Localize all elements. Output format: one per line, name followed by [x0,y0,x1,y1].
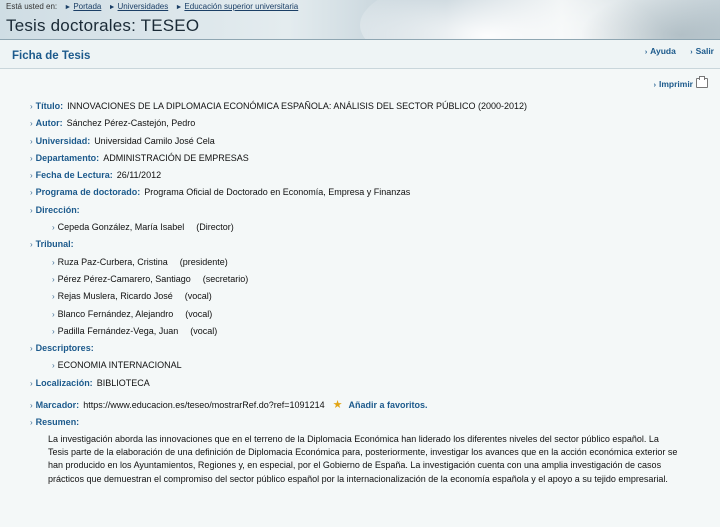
chevron-right-icon: › [690,49,693,56]
chevron-right-icon: › [30,188,33,198]
person-role: (vocal) [185,308,213,319]
chevron-right-icon: › [30,119,33,129]
person-name: Cepeda González, María Isabel [57,222,185,233]
chevron-right-icon: › [30,344,33,354]
breadcrumb-prefix: Está usted en: [6,2,58,11]
breadcrumb-link-universidades[interactable]: Universidades [118,2,169,11]
chevron-right-icon: › [30,240,33,250]
chevron-right-icon: › [52,223,55,233]
field-marcador: › Marcador: https://www.educacion.es/teseo… [30,397,700,414]
star-icon[interactable]: ★ [333,399,343,411]
field-label: Resumen: [35,417,80,428]
field-label: Título: [35,101,64,111]
field-label: Dirección: [35,204,80,215]
field-localizacion: › Localización: BIBLIOTECA [30,375,700,392]
chevron-right-icon: ► [108,4,116,11]
chevron-right-icon: › [653,82,656,89]
chevron-right-icon: › [30,401,33,411]
thesis-fields: › Título: INNOVACIONES DE LA DIPLOMACIA EC… [30,98,700,486]
list-item: › Padilla Fernández-Vega, Juan (vocal) [30,323,700,340]
help-link[interactable]: › Ayuda [645,46,676,56]
chevron-right-icon: › [30,378,33,388]
site-title: Tesis doctorales: TESEO [6,16,200,35]
list-item: › Ruza Paz-Curbera, Cristina (presidente) [30,254,700,271]
chevron-right-icon: › [30,153,33,163]
chevron-right-icon: › [644,49,648,56]
page-title: Ficha de Tesis [12,50,91,62]
field-value: Sánchez Pérez-Castejón, Pedro [66,118,196,129]
person-name: Blanco Fernández, Alejandro [57,308,174,319]
field-label: Marcador: [35,400,80,411]
person-name: Ruza Paz-Curbera, Cristina [57,256,168,267]
chevron-right-icon: › [52,257,55,267]
chevron-right-icon: › [52,361,55,371]
print-link[interactable]: › Imprimir [653,76,708,89]
field-tribunal: › Tribunal: [30,236,700,253]
logout-link[interactable]: › Salir [690,46,714,56]
person-name: Padilla Fernández-Vega, Juan [57,325,179,336]
field-programa: › Programa de doctorado: Programa Oficial … [30,184,700,201]
abstract-text: La investigación aborda las innovaciones… [48,433,678,484]
breadcrumb-link-portada[interactable]: Portada [73,2,101,11]
field-label: Programa de doctorado: [35,187,141,198]
breadcrumb: Está usted en: ► Portada ► Universidades ►… [6,2,298,11]
person-name: Rejas Muslera, Ricardo José [57,291,173,302]
list-item: › Pérez Pérez-Camarero, Santiago (secretar… [30,271,700,288]
list-item: › Blanco Fernández, Alejandro (vocal) [30,306,700,323]
site-banner: Está usted en: ► Portada ► Universidades ►… [0,0,720,40]
chevron-right-icon: › [30,418,33,428]
person-role: (secretario) [202,273,249,284]
bookmark-url[interactable]: https://www.educacion.es/teseo/mostrarRe… [83,400,324,410]
page-header: Ficha de Tesis › Ayuda › Salir [0,40,720,69]
list-item: › Cepeda González, María Isabel (Director) [30,219,700,236]
print-label: Imprimir [658,79,693,89]
field-value: 26/11/2012 [116,170,162,181]
field-label: Descriptores: [35,343,94,354]
person-name: Pérez Pérez-Camarero, Santiago [57,273,191,284]
field-value: BIBLIOTECA [96,377,150,388]
chevron-right-icon: › [52,292,55,302]
field-resumen: › Resumen: [30,414,700,431]
field-direccion: › Dirección: [30,202,700,219]
chevron-right-icon: › [30,171,33,181]
top-links: › Ayuda › Salir [633,46,714,56]
field-universidad: › Universidad: Universidad Camilo José Cel… [30,133,700,150]
chevron-right-icon: › [52,309,55,319]
printer-icon [696,76,708,88]
person-role: (vocal) [190,325,218,336]
chevron-right-icon: › [30,205,33,215]
field-autor: › Autor: Sánchez Pérez-Castejón, Pedro [30,115,700,132]
field-fecha-lectura: › Fecha de Lectura: 26/11/2012 [30,167,700,184]
chevron-right-icon: › [30,136,33,146]
logout-link-label: Salir [695,46,714,56]
chevron-right-icon: › [52,274,55,284]
chevron-right-icon: ► [64,4,72,11]
field-titulo: › Título: INNOVACIONES DE LA DIPLOMACIA EC… [30,98,700,115]
person-role: (vocal) [184,291,212,302]
field-label: Localización: [35,377,93,388]
field-value: ADMINISTRACIÓN DE EMPRESAS [103,152,249,163]
breadcrumb-link-educacion[interactable]: Educación superior universitaria [184,2,298,11]
chevron-right-icon: › [30,102,33,111]
person-role: (presidente) [179,256,228,267]
field-value: INNOVACIONES DE LA DIPLOMACIA ECONÓMICA … [67,101,527,111]
field-value: Universidad Camilo José Cela [94,135,215,146]
descriptor: ECONOMIA INTERNACIONAL [57,360,182,371]
field-label: Universidad: [35,135,91,146]
field-descriptores: › Descriptores: [30,340,700,357]
field-label: Autor: [35,118,63,129]
banner-decoration-2 [580,0,720,39]
chevron-right-icon: ► [175,4,183,11]
list-item: › ECONOMIA INTERNACIONAL [30,357,700,374]
chevron-right-icon: › [52,326,55,336]
field-label: Fecha de Lectura: [35,170,113,181]
field-label: Departamento: [35,152,100,163]
field-value: Programa Oficial de Doctorado en Economí… [144,187,411,198]
field-label: Tribunal: [35,239,74,250]
field-departamento: › Departamento: ADMINISTRACIÓN DE EMPRESAS [30,150,700,167]
list-item: › Rejas Muslera, Ricardo José (vocal) [30,288,700,305]
add-favorites-link[interactable]: Añadir a favoritos. [348,400,427,410]
help-link-label: Ayuda [650,46,676,56]
person-role: (Director) [196,222,234,233]
